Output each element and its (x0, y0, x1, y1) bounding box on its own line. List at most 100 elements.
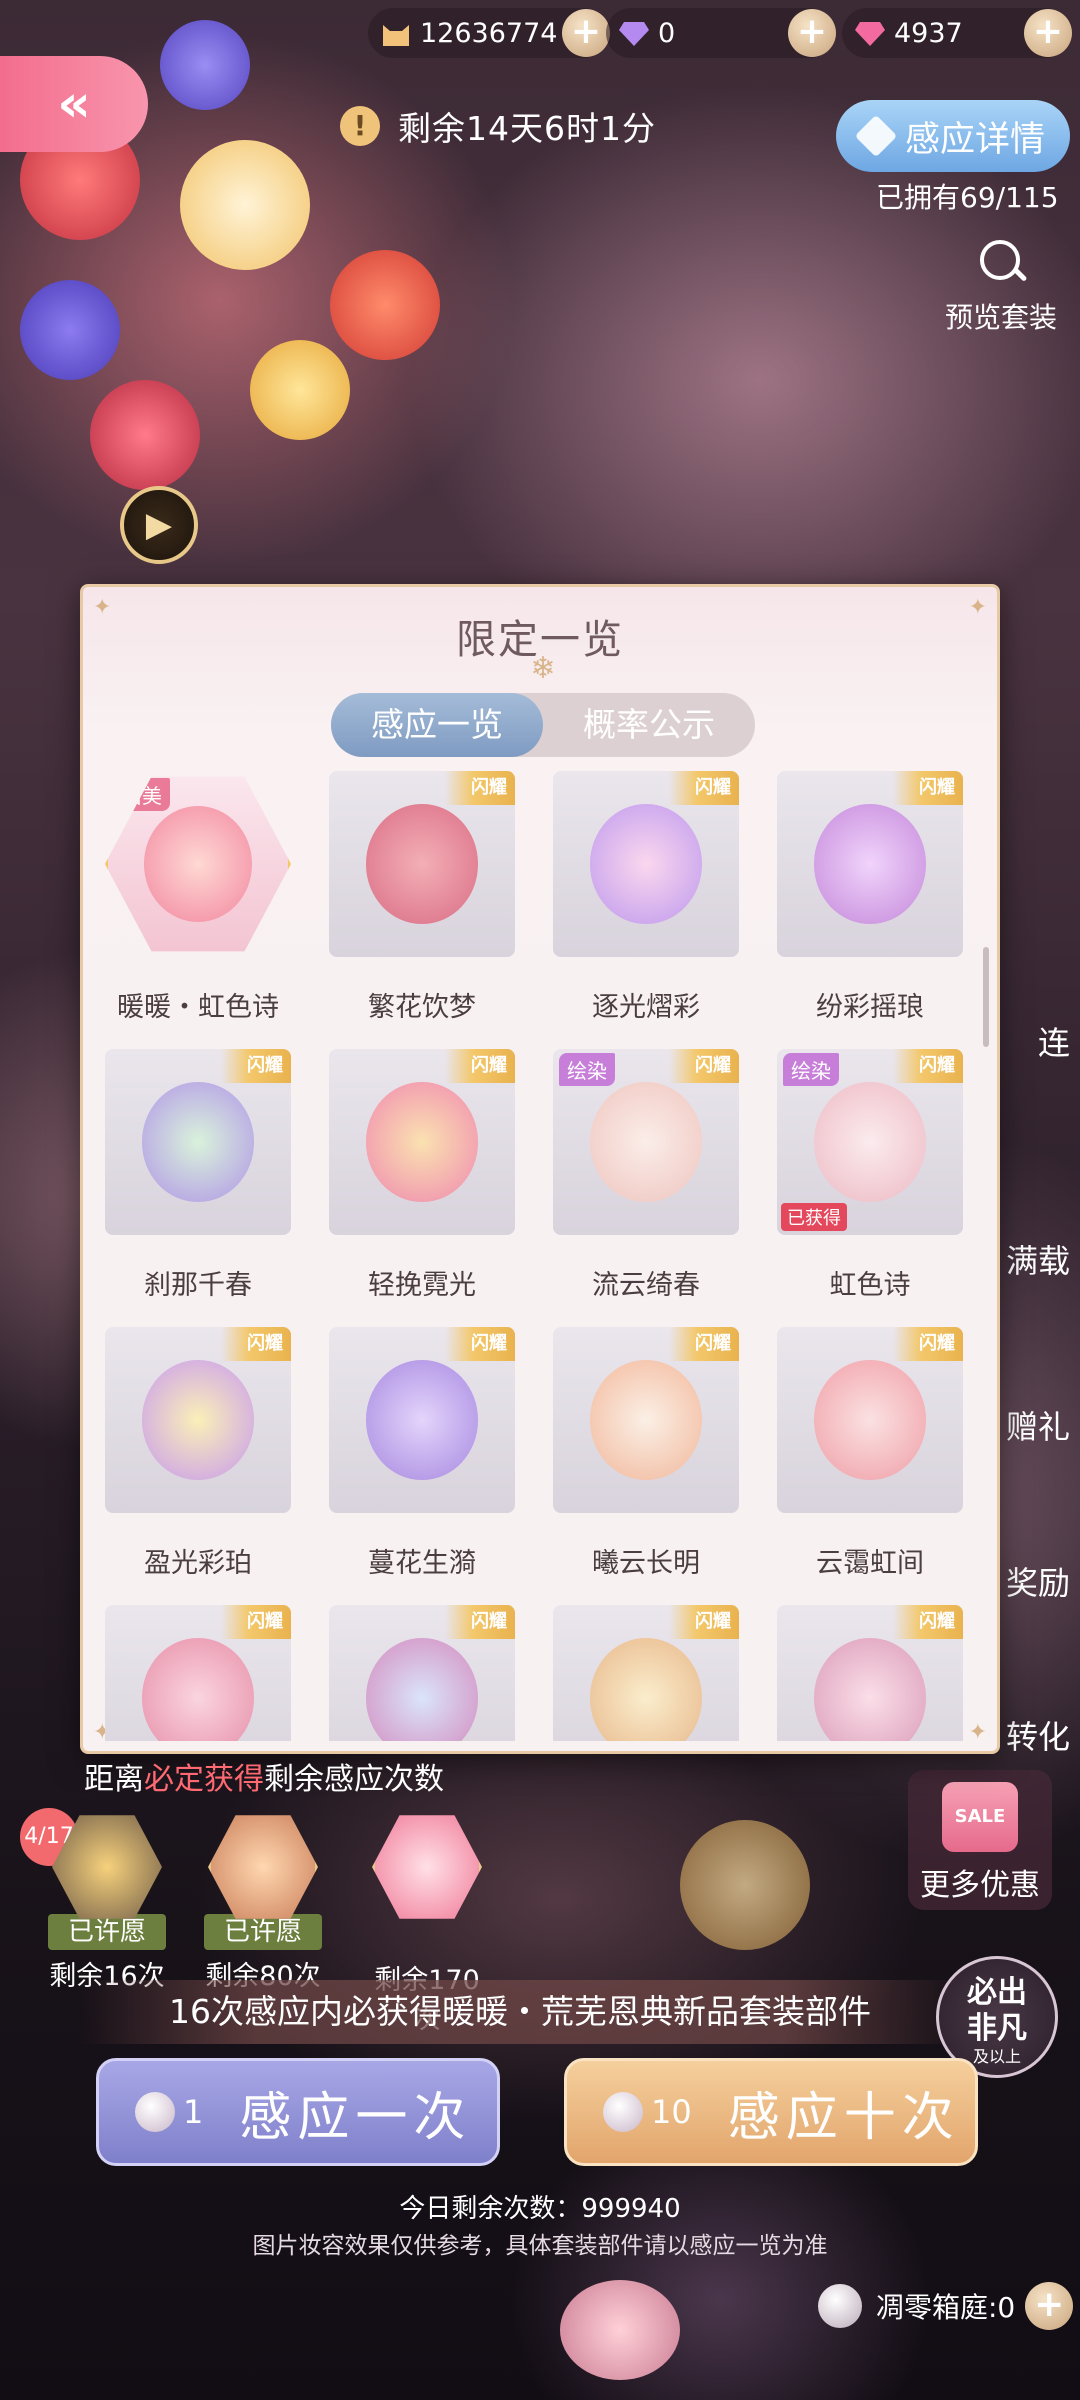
item-name: 暖暖・虹色诗 (117, 992, 279, 1023)
obtained-badge: 已获得 (781, 1203, 847, 1231)
item-name: 曦云长明 (592, 1548, 700, 1579)
item-name: 纷彩摇琅 (816, 992, 924, 1023)
item-name: 轻挽霓光 (368, 1270, 476, 1301)
diamond-value: 0 (658, 17, 676, 49)
shine-ribbon: 闪耀 (445, 771, 515, 805)
resonance-detail-button[interactable]: 感应详情 (836, 100, 1070, 172)
side-menu-item-4[interactable]: 奖励 (990, 1558, 1080, 1604)
shine-ribbon: 闪耀 (669, 1605, 739, 1639)
timer-text: 剩余14天6时1分 (398, 109, 656, 148)
owned-count: 已拥有69/115 (876, 181, 1059, 214)
snowflake-icon: ❄ (530, 651, 556, 686)
grid-item[interactable]: 闪耀 刹那千春 (105, 1049, 291, 1302)
tab-probability[interactable]: 概率公示 (543, 693, 755, 757)
side-menu-item-3[interactable]: 赠礼 (990, 1402, 1080, 1448)
currency-bar: 12636774 + 0 + 4937 + (368, 8, 1072, 58)
grid-item[interactable]: 闪耀 曦云长明 (553, 1327, 739, 1580)
resonate-once-button[interactable]: 1 感应一次 (96, 2058, 500, 2166)
shine-ribbon: 闪耀 (221, 1605, 291, 1639)
grid-item[interactable]: 闪耀 (105, 1605, 291, 1741)
side-menu-item-5[interactable]: 转化 (990, 1712, 1080, 1758)
grid-item[interactable]: 绘染 闪耀 已获得 虹色诗 (777, 1049, 963, 1302)
grid-item[interactable]: 闪耀 繁花饮梦 (329, 771, 515, 1024)
side-menu-item-1[interactable]: 连 (990, 1018, 1080, 1064)
withered-garden-label: 凋零箱庭:0 (876, 2291, 1016, 2324)
dye-tag: 绘染 (559, 1053, 615, 1086)
item-thumbnail: 闪耀 (105, 1605, 291, 1741)
badge-line-2: 非凡 (967, 2011, 1027, 2046)
double-chevron-left-icon: « (57, 74, 91, 134)
add-coin-button[interactable]: + (562, 9, 610, 57)
shine-ribbon: 闪耀 (669, 771, 739, 805)
pull-count: 1 (183, 2093, 204, 2131)
play-icon: ▶ (145, 505, 173, 545)
item-name: 云霭虹间 (816, 1548, 924, 1579)
play-video-button[interactable]: ▶ (120, 486, 198, 564)
carriage-art (590, 1638, 702, 1741)
grid-item[interactable]: 闪耀 轻挽霓光 (329, 1049, 515, 1302)
grid-item[interactable]: 甜美 暖暖・虹色诗 (105, 771, 291, 1024)
bg-flower (560, 2280, 680, 2380)
bg-flower (330, 250, 440, 360)
bg-flower (160, 20, 250, 110)
add-diamond-button[interactable]: + (788, 9, 836, 57)
suit-portrait (144, 806, 252, 922)
orb-art (366, 1638, 478, 1741)
panel-scrollbar[interactable] (983, 947, 989, 1047)
sale-bag-icon: SALE (942, 1782, 1018, 1852)
grid-item[interactable]: 绘染 闪耀 流云绮春 (553, 1049, 739, 1302)
grid-item[interactable]: 闪耀 盈光彩珀 (105, 1327, 291, 1580)
magnifier-icon (974, 236, 1028, 290)
coin-value: 12636774 (420, 17, 558, 49)
cat-coin-icon (378, 18, 414, 48)
more-deals-button[interactable]: SALE 更多优惠 (908, 1770, 1052, 1910)
grid-item[interactable]: 闪耀 逐光熠彩 (553, 771, 739, 1024)
add-garden-button[interactable]: + (1025, 2282, 1074, 2330)
shine-ribbon: 闪耀 (445, 1605, 515, 1639)
item-name: 逐光熠彩 (592, 992, 700, 1023)
wand-art (814, 1638, 926, 1741)
grid-item[interactable]: 闪耀 (329, 1605, 515, 1741)
cloud-art (814, 1360, 926, 1480)
grid-item[interactable]: 闪耀 云霭虹间 (777, 1327, 963, 1580)
accessory-art (142, 1360, 254, 1480)
item-name: 虹色诗 (829, 1270, 911, 1301)
pink-diamond-counter: 4937 + (842, 8, 1072, 58)
item-name: 流云绮春 (592, 1270, 700, 1301)
bg-flower (680, 1820, 810, 1950)
guarantee-prefix: 距离 (84, 1762, 144, 1797)
tab-resonance-overview[interactable]: 感应一览 (331, 693, 543, 757)
item-thumbnail: 甜美 (105, 776, 291, 952)
item-thumbnail: 闪耀 (329, 1327, 515, 1513)
item-name: 盈光彩珀 (144, 1548, 252, 1579)
item-thumbnail: 闪耀 (777, 1605, 963, 1741)
side-menu-item-2[interactable]: 满载 (990, 1236, 1080, 1282)
dye-tag: 绘染 (783, 1053, 839, 1086)
grid-item[interactable]: 闪耀 蔓花生漪 (329, 1327, 515, 1580)
preview-suit-button[interactable]: 预览套装 (936, 236, 1066, 336)
reward-slot[interactable]: 已许愿 剩余80次 (198, 1812, 328, 1993)
accessory-art (142, 1638, 254, 1741)
grid-item[interactable]: 闪耀 纷彩摇琅 (777, 771, 963, 1024)
item-thumbnail: 闪耀 (553, 1605, 739, 1741)
shoes-art (366, 1360, 478, 1480)
withered-garden-counter: 凋零箱庭:0 + (818, 2280, 1078, 2332)
item-thumbnail: 绘染 闪耀 (553, 1049, 739, 1235)
panel-tabs: 感应一览 概率公示 (331, 693, 755, 757)
wished-badge: 已许愿 (48, 1914, 166, 1950)
resonate-ten-button[interactable]: 10 感应十次 (564, 2058, 978, 2166)
pink-diamond-value: 4937 (894, 17, 963, 49)
grid-item[interactable]: 闪耀 (553, 1605, 739, 1741)
character-portrait-icon (208, 1815, 318, 1919)
add-pink-diamond-button[interactable]: + (1024, 9, 1072, 57)
diamond-icon (854, 114, 898, 158)
back-button[interactable]: « (0, 56, 148, 152)
grid-item[interactable]: 闪耀 (777, 1605, 963, 1741)
coin-counter: 12636774 + (368, 8, 610, 58)
reward-slot[interactable]: 已许愿 剩余16次 (42, 1812, 172, 1993)
accessory-art (366, 1082, 478, 1202)
item-name: 蔓花生漪 (368, 1548, 476, 1579)
shine-ribbon: 闪耀 (893, 771, 963, 805)
bg-flower (20, 280, 120, 380)
shine-ribbon: 闪耀 (893, 1327, 963, 1361)
